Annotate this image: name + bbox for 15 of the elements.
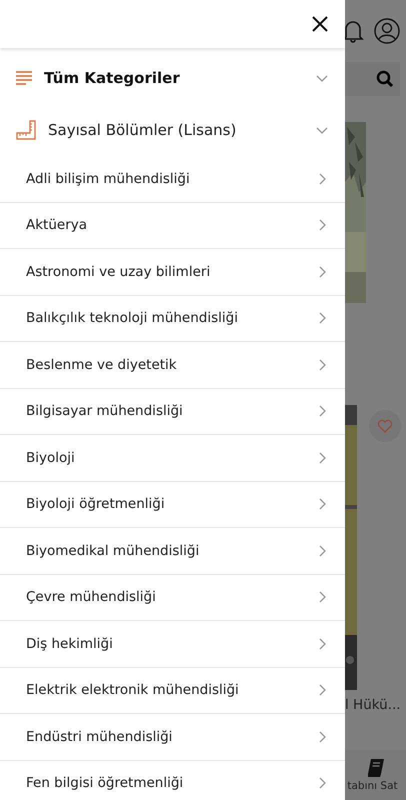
category-label: Sayısal Bölümler (Lisans) bbox=[48, 121, 238, 139]
heart-icon bbox=[377, 419, 393, 433]
list-icon bbox=[16, 71, 32, 85]
category-label: Tüm Kategoriler bbox=[44, 69, 181, 87]
category-header[interactable]: Tüm Kategoriler bbox=[0, 52, 345, 104]
search-icon bbox=[376, 70, 394, 88]
ruler-icon bbox=[16, 120, 36, 140]
user-icon[interactable] bbox=[374, 18, 400, 44]
book-icon[interactable] bbox=[366, 758, 386, 778]
card-title: l Hükü... bbox=[345, 696, 402, 715]
category-header[interactable]: Sayısal Bölümler (Lisans) bbox=[0, 104, 345, 156]
bell-icon[interactable] bbox=[345, 18, 364, 44]
close-icon bbox=[311, 15, 329, 33]
nav-label[interactable]: tabını Sat bbox=[347, 780, 398, 792]
search-field[interactable] bbox=[345, 62, 400, 96]
